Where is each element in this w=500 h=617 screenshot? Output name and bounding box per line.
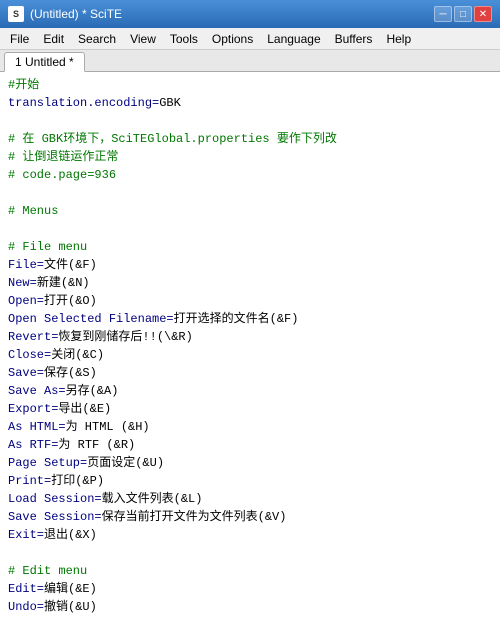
editor-container: #开始translation.encoding=GBK # 在 GBK环境下，S… xyxy=(0,72,500,617)
editor-line: Load Session=载入文件列表(&L) xyxy=(8,490,492,508)
menu-view[interactable]: View xyxy=(124,30,162,48)
editor-line: # 在 GBK环境下，SciTEGlobal.properties 要作下列改 xyxy=(8,130,492,148)
editor-line xyxy=(8,184,492,202)
editor-line: # Menus xyxy=(8,202,492,220)
window-controls: ─ □ ✕ xyxy=(434,6,492,22)
app-icon: S xyxy=(8,6,24,22)
editor-line: Revert=恢复到刚储存后!!(\&R) xyxy=(8,328,492,346)
title-bar: S (Untitled) * SciTE ─ □ ✕ xyxy=(0,0,500,28)
editor-line: As HTML=为 HTML (&H) xyxy=(8,418,492,436)
editor-line xyxy=(8,544,492,562)
editor-line: # Edit menu xyxy=(8,562,492,580)
editor-line: # code.page=936 xyxy=(8,166,492,184)
editor-line: #开始 xyxy=(8,76,492,94)
editor-line: Close=关闭(&C) xyxy=(8,346,492,364)
editor-line: Open Selected Filename=打开选择的文件名(&F) xyxy=(8,310,492,328)
editor-line: New=新建(&N) xyxy=(8,274,492,292)
editor-line: Undo=撤销(&U) xyxy=(8,598,492,616)
editor-line: Save As=另存(&A) xyxy=(8,382,492,400)
editor-line: translation.encoding=GBK xyxy=(8,94,492,112)
menu-search[interactable]: Search xyxy=(72,30,122,48)
menu-buffers[interactable]: Buffers xyxy=(329,30,379,48)
menu-language[interactable]: Language xyxy=(261,30,326,48)
tab-bar: 1 Untitled * xyxy=(0,50,500,72)
maximize-button[interactable]: □ xyxy=(454,6,472,22)
editor-line: Save=保存(&S) xyxy=(8,364,492,382)
editor-line: Page Setup=页面设定(&U) xyxy=(8,454,492,472)
window-title: (Untitled) * SciTE xyxy=(30,7,122,21)
editor-content[interactable]: #开始translation.encoding=GBK # 在 GBK环境下，S… xyxy=(0,72,500,617)
editor-line: File=文件(&F) xyxy=(8,256,492,274)
editor-line: Save Session=保存当前打开文件为文件列表(&V) xyxy=(8,508,492,526)
editor-line: Export=导出(&E) xyxy=(8,400,492,418)
menu-options[interactable]: Options xyxy=(206,30,259,48)
menu-tools[interactable]: Tools xyxy=(164,30,204,48)
editor-line: Exit=退出(&X) xyxy=(8,526,492,544)
menu-bar: File Edit Search View Tools Options Lang… xyxy=(0,28,500,50)
tab-untitled[interactable]: 1 Untitled * xyxy=(4,52,85,72)
menu-help[interactable]: Help xyxy=(380,30,417,48)
editor-line: Open=打开(&O) xyxy=(8,292,492,310)
menu-edit[interactable]: Edit xyxy=(37,30,70,48)
menu-file[interactable]: File xyxy=(4,30,35,48)
minimize-button[interactable]: ─ xyxy=(434,6,452,22)
editor-line: # File menu xyxy=(8,238,492,256)
close-button[interactable]: ✕ xyxy=(474,6,492,22)
editor-line: Print=打印(&P) xyxy=(8,472,492,490)
editor-line: Edit=编辑(&E) xyxy=(8,580,492,598)
editor-line xyxy=(8,220,492,238)
editor-line: # 让倒退链运作正常 xyxy=(8,148,492,166)
editor-line xyxy=(8,112,492,130)
editor-line: As RTF=为 RTF (&R) xyxy=(8,436,492,454)
